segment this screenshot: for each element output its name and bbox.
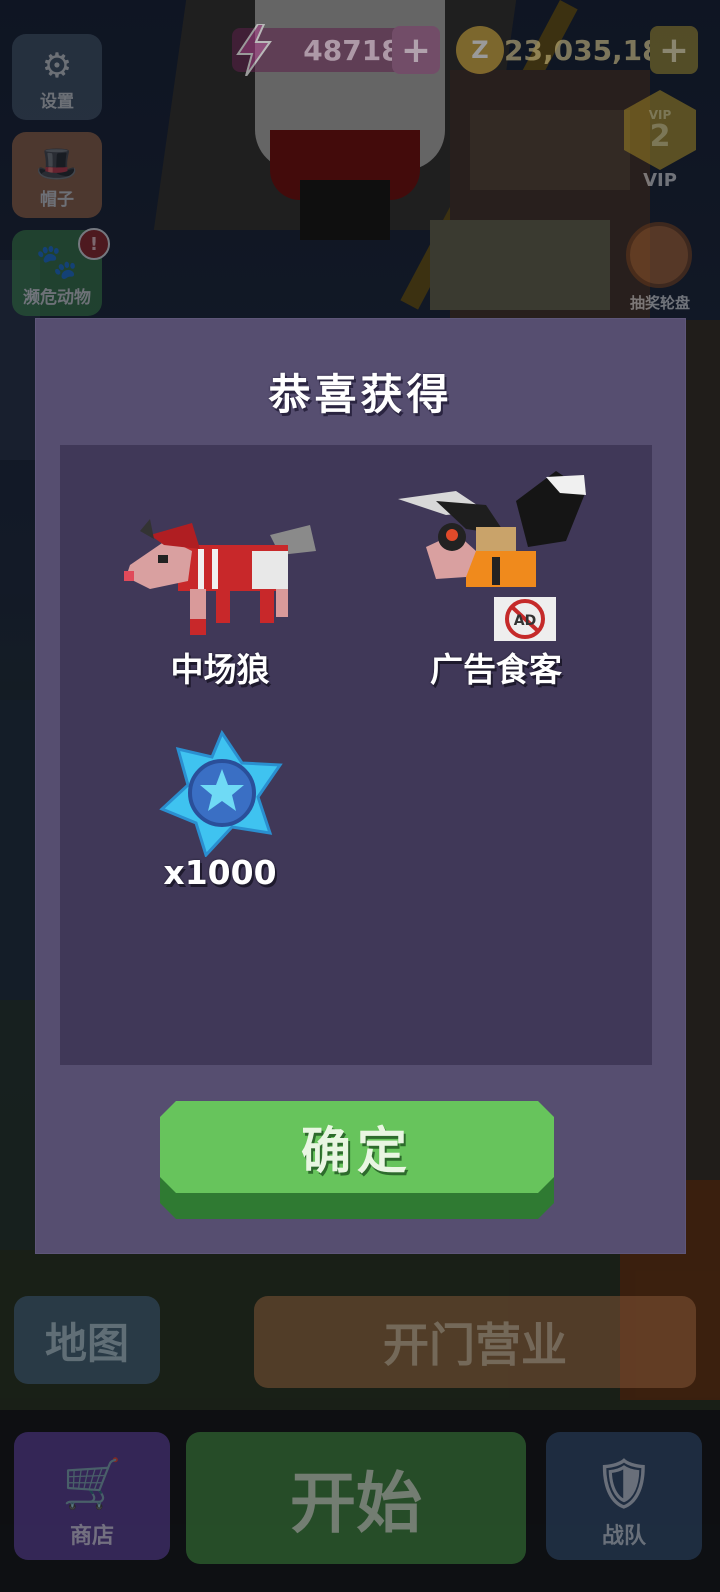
confirm-button[interactable]: 确定 — [160, 1101, 554, 1219]
lightning-icon — [232, 23, 276, 77]
reward-name: 中场狼 — [170, 650, 270, 689]
shop-button[interactable]: 🛒 商店 — [14, 1432, 170, 1560]
energy-plus-button[interactable]: + — [392, 26, 440, 74]
blue-star-token-icon — [158, 729, 286, 858]
vulture-character-icon: AD — [396, 471, 596, 641]
team-emblem-icon: 🛡 — [593, 1456, 655, 1512]
reward-name: x1000 — [163, 853, 277, 892]
dialog-title: 恭喜获得 — [268, 370, 453, 419]
open-business-button[interactable]: 开门营业 — [254, 1296, 696, 1388]
team-button[interactable]: 🛡 战队 — [546, 1432, 702, 1560]
reward-item: AD 广告食客 — [396, 471, 596, 689]
vip-hexagon-icon: VIP 2 — [624, 90, 696, 170]
reward-name: 广告食客 — [430, 650, 562, 689]
coin-plus-button[interactable]: + — [650, 26, 698, 74]
start-button[interactable]: 开始 — [186, 1432, 526, 1564]
confirm-button-label: 确定 — [301, 1122, 413, 1180]
wolf-character-icon — [120, 515, 320, 645]
lottery-wheel-button[interactable]: 抽奖轮盘 — [612, 214, 708, 314]
paw-icon: 🐾 — [35, 242, 79, 282]
coin-icon: Z — [456, 26, 504, 74]
alert-badge: ! — [78, 228, 110, 260]
hat-icon: 🎩 — [35, 144, 79, 184]
hats-button[interactable]: 🎩 帽子 — [12, 132, 102, 218]
vip-button[interactable]: VIP 2 VIP — [618, 90, 702, 200]
rewards-panel: 中场狼 AD 广告食客 x1000 — [60, 445, 652, 1065]
svg-text:AD: AD — [514, 613, 536, 629]
energy-value: 48718 — [303, 33, 401, 67]
wheel-icon — [626, 222, 692, 288]
reward-item: 中场狼 — [120, 515, 320, 689]
settings-button[interactable]: ⚙ 设置 — [12, 34, 102, 120]
cart-icon: 🛒 — [62, 1456, 122, 1512]
reward-dialog: 恭喜获得 中场狼 AD 广告食客 x1000 确定 — [35, 318, 686, 1254]
reward-item: x1000 — [120, 729, 320, 909]
map-button[interactable]: 地图 — [14, 1296, 160, 1384]
gear-icon: ⚙ — [41, 46, 73, 86]
